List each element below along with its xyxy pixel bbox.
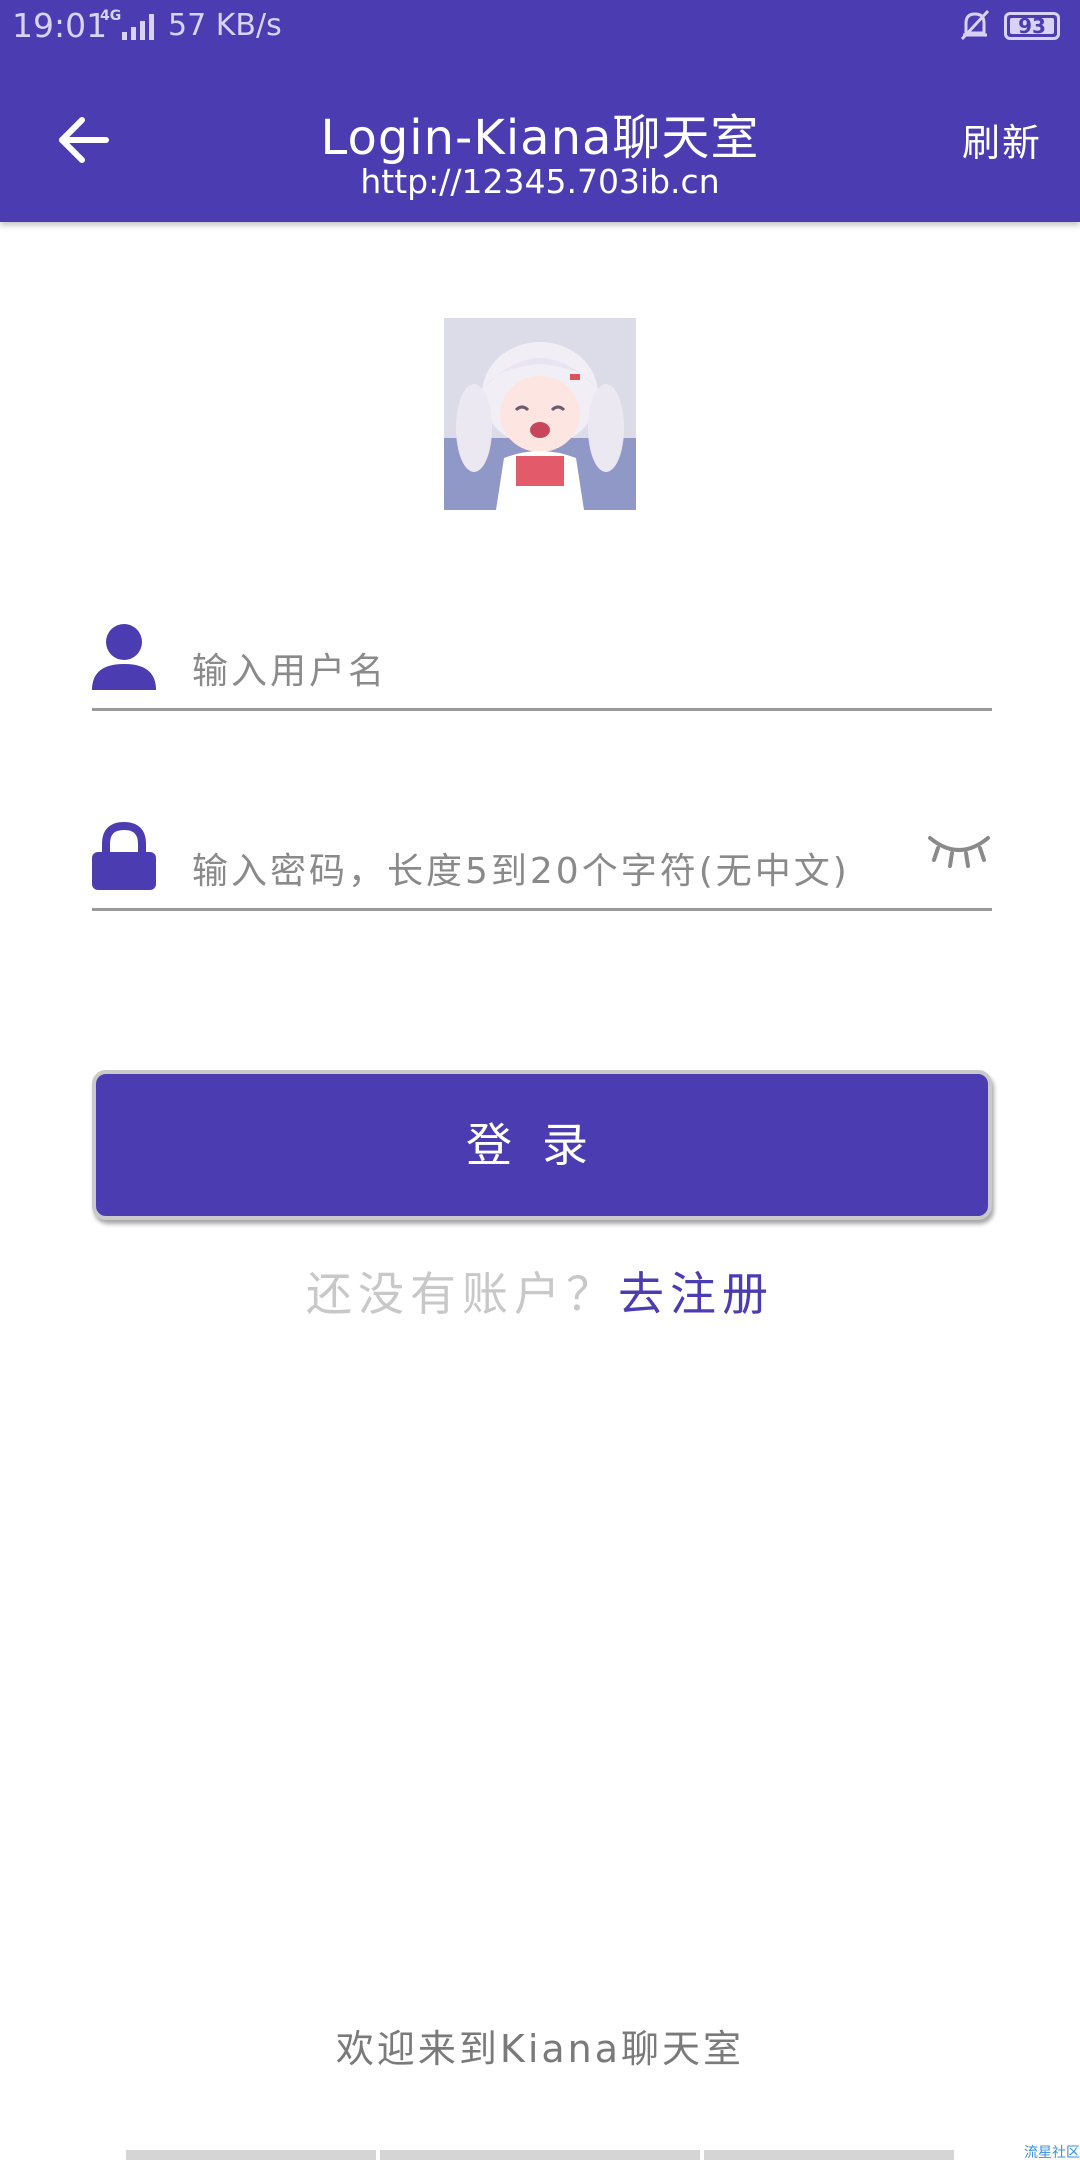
page-subtitle-url: http://12345.703ib.cn bbox=[360, 162, 720, 201]
nav-bar-segment-left bbox=[126, 2150, 376, 2160]
avatar bbox=[444, 318, 636, 510]
battery-indicator: 93 bbox=[1004, 12, 1060, 40]
status-bar: 19:01 4G 57 KB/s 93 bbox=[0, 0, 1080, 56]
network-type: 4G bbox=[100, 8, 122, 24]
login-button[interactable]: 登录 bbox=[92, 1070, 992, 1220]
password-input[interactable]: 输入密码，长度5到20个字符(无中文) bbox=[192, 842, 850, 894]
app-bar: 19:01 4G 57 KB/s 93 Login-Kiana聊天室 http:… bbox=[0, 0, 1080, 222]
lock-icon bbox=[92, 822, 156, 890]
nav-bar-segment-right bbox=[704, 2150, 954, 2160]
user-icon bbox=[92, 624, 156, 690]
watermark-text: 流星社区 bbox=[1024, 2145, 1080, 2161]
welcome-text: 欢迎来到Kiana聊天室 bbox=[335, 2027, 745, 2071]
username-input[interactable]: 输入用户名 bbox=[192, 642, 387, 694]
status-time: 19:01 bbox=[12, 6, 108, 45]
register-link[interactable]: 去注册 bbox=[618, 1267, 774, 1321]
eye-closed-icon[interactable] bbox=[926, 830, 992, 870]
bell-muted-icon bbox=[960, 9, 990, 41]
battery-level: 93 bbox=[1018, 14, 1046, 38]
register-hint: 还没有账户？ bbox=[306, 1267, 618, 1321]
refresh-button[interactable]: 刷新 bbox=[962, 112, 1042, 167]
register-prompt: 还没有账户？去注册 bbox=[0, 1258, 1080, 1324]
page-title: Login-Kiana聊天室 bbox=[320, 110, 760, 166]
password-field[interactable]: 输入密码，长度5到20个字符(无中文) bbox=[92, 808, 992, 911]
username-field[interactable]: 输入用户名 bbox=[92, 608, 992, 711]
avatar-image bbox=[444, 318, 636, 510]
signal-icon bbox=[122, 14, 154, 40]
network-speed: 57 KB/s bbox=[168, 8, 282, 43]
nav-bar-segment-middle bbox=[380, 2150, 700, 2160]
